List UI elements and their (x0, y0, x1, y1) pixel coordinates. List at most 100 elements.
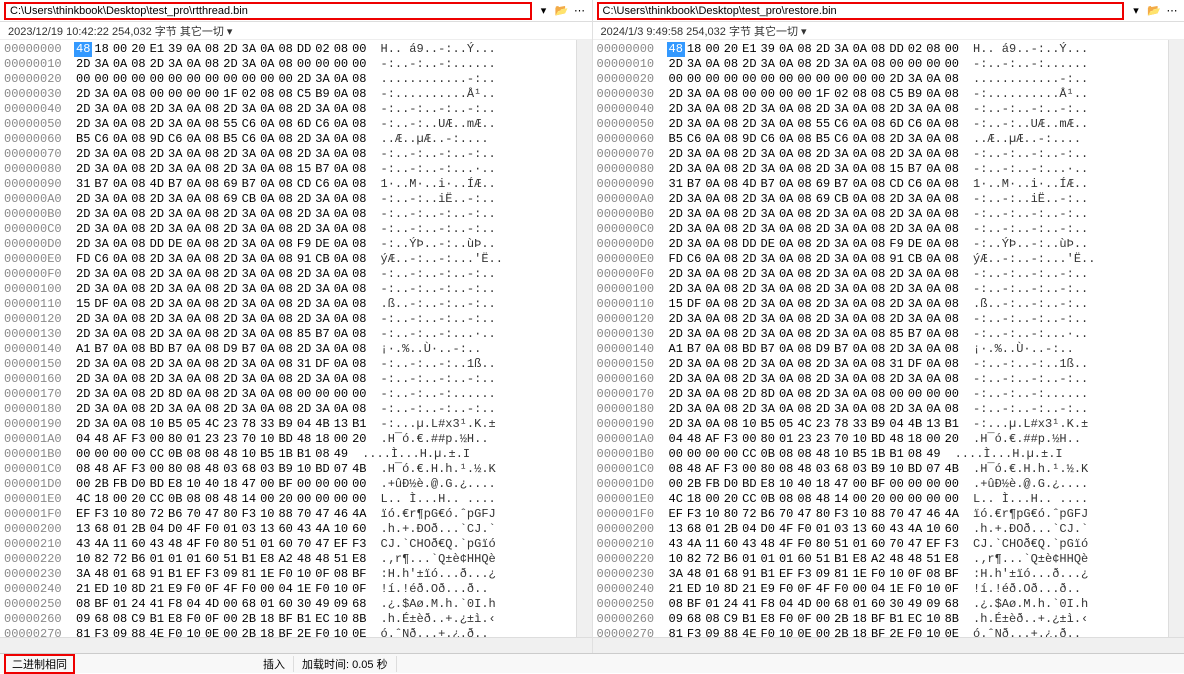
hex-byte[interactable]: 4C (795, 417, 813, 432)
hex-byte[interactable]: 08 (777, 462, 795, 477)
hex-byte[interactable]: 08 (943, 357, 961, 372)
hex-byte[interactable]: 2D (295, 72, 313, 87)
hex-byte[interactable]: 0A (777, 357, 795, 372)
hex-byte[interactable]: 3A (685, 237, 703, 252)
hex-byte[interactable]: 0A (924, 87, 942, 102)
hex-byte[interactable]: 3A (92, 237, 110, 252)
hex-byte[interactable]: 00 (667, 72, 685, 87)
hex-byte[interactable]: F3 (685, 507, 703, 522)
hex-byte[interactable]: 1E (887, 582, 905, 597)
hex-byte[interactable]: B7 (166, 342, 184, 357)
hex-byte[interactable]: 20 (943, 432, 961, 447)
hex-byte[interactable]: 08 (777, 447, 795, 462)
hex-byte[interactable]: D0 (129, 477, 147, 492)
hex-line[interactable]: 000001E0 4C180020CC0B0808 48140020000000… (4, 492, 572, 507)
hex-byte[interactable]: B7 (92, 177, 110, 192)
hex-byte[interactable]: F8 (166, 597, 184, 612)
hex-byte[interactable]: 08 (276, 372, 294, 387)
hex-byte[interactable]: 08 (943, 192, 961, 207)
hex-byte[interactable]: 08 (943, 162, 961, 177)
hex-byte[interactable]: BD (148, 342, 166, 357)
hex-byte[interactable]: 01 (759, 552, 777, 567)
hex-byte[interactable]: 3A (832, 147, 850, 162)
hex-byte[interactable]: B7 (685, 342, 703, 357)
hex-byte[interactable]: 3A (92, 282, 110, 297)
hex-byte[interactable]: 00 (332, 57, 350, 72)
hex-byte[interactable]: 0A (184, 387, 202, 402)
hex-byte[interactable]: 08 (184, 447, 202, 462)
hex-byte[interactable]: 3A (313, 312, 331, 327)
hex-byte[interactable]: B9 (313, 87, 331, 102)
hex-line[interactable]: 00000200 1368012B04D04FF0 01031360434A10… (597, 522, 1165, 537)
hex-byte[interactable]: 2D (295, 312, 313, 327)
hex-byte[interactable]: 68 (832, 462, 850, 477)
hex-byte[interactable]: 47 (203, 507, 221, 522)
hex-line[interactable]: 00000130 2D3A0A082D3A0A08 2D3A0A0885B70A… (597, 327, 1165, 342)
hex-byte[interactable]: 3A (313, 282, 331, 297)
hex-byte[interactable]: E8 (851, 552, 869, 567)
hex-byte[interactable]: 10 (924, 627, 942, 637)
hex-byte[interactable]: 08 (869, 87, 887, 102)
hex-byte[interactable]: F3 (350, 537, 368, 552)
hex-byte[interactable]: 00 (740, 432, 758, 447)
hex-byte[interactable]: 08 (350, 237, 368, 252)
hex-byte[interactable]: 3A (240, 222, 258, 237)
hex-byte[interactable]: 48 (814, 492, 832, 507)
hex-byte[interactable]: 0F (350, 582, 368, 597)
hex-byte[interactable]: 4F (184, 522, 202, 537)
hex-line[interactable]: 000001B0 00000000CC0B0808 4810B51BB10849… (597, 447, 1165, 462)
hex-byte[interactable]: 4C (74, 492, 92, 507)
hex-byte[interactable]: 08 (777, 492, 795, 507)
hex-byte[interactable]: 3A (166, 297, 184, 312)
hex-byte[interactable]: C6 (240, 117, 258, 132)
hex-byte[interactable]: 08 (795, 117, 813, 132)
hex-byte[interactable]: F0 (276, 567, 294, 582)
hex-byte[interactable]: 3A (313, 402, 331, 417)
hex-line[interactable]: 00000080 2D3A0A082D3A0A08 2D3A0A0815B70A… (4, 162, 572, 177)
hex-byte[interactable]: 3A (166, 147, 184, 162)
hex-byte[interactable]: 0A (111, 417, 129, 432)
hex-byte[interactable]: 0A (111, 102, 129, 117)
hex-byte[interactable]: 0A (703, 267, 721, 282)
hex-byte[interactable]: 00 (111, 492, 129, 507)
hex-byte[interactable]: 13 (258, 522, 276, 537)
hex-byte[interactable]: 01 (851, 597, 869, 612)
hex-byte[interactable]: BF (276, 627, 294, 637)
hex-byte[interactable]: 49 (332, 447, 350, 462)
hex-byte[interactable]: 08 (869, 312, 887, 327)
hex-byte[interactable]: 2D (887, 297, 905, 312)
hex-byte[interactable]: 00 (924, 387, 942, 402)
hex-byte[interactable]: 2D (148, 297, 166, 312)
hex-byte[interactable]: 3A (759, 402, 777, 417)
hex-byte[interactable]: 10 (184, 477, 202, 492)
hex-line[interactable]: 000000C0 2D3A0A082D3A0A08 2D3A0A082D3A0A… (597, 222, 1165, 237)
hex-byte[interactable]: 00 (148, 432, 166, 447)
hex-byte[interactable]: 0A (703, 57, 721, 72)
hex-byte[interactable]: 0A (184, 342, 202, 357)
hex-byte[interactable]: 4D (740, 177, 758, 192)
hex-byte[interactable]: EF (184, 567, 202, 582)
hex-byte[interactable]: B5 (667, 132, 685, 147)
hex-byte[interactable]: 08 (129, 282, 147, 297)
hex-byte[interactable]: F0 (777, 582, 795, 597)
hex-byte[interactable]: CC (148, 492, 166, 507)
hex-byte[interactable]: 0A (258, 327, 276, 342)
hex-byte[interactable]: 08 (276, 207, 294, 222)
hex-byte[interactable]: 0A (924, 237, 942, 252)
hex-byte[interactable]: 51 (814, 552, 832, 567)
hex-byte[interactable]: 08 (276, 252, 294, 267)
hex-byte[interactable]: 08 (869, 327, 887, 342)
hex-byte[interactable]: 3A (759, 207, 777, 222)
hex-byte[interactable]: 0A (703, 147, 721, 162)
hex-byte[interactable]: 08 (795, 297, 813, 312)
hex-byte[interactable]: 08 (203, 447, 221, 462)
hex-byte[interactable]: 08 (203, 237, 221, 252)
hex-byte[interactable]: 2D (814, 402, 832, 417)
hex-line[interactable]: 000000A0 2D3A0A082D3A0A08 69CB0A082D3A0A… (4, 192, 572, 207)
hex-byte[interactable]: 08 (795, 42, 813, 57)
hex-byte[interactable]: 10 (703, 582, 721, 597)
hex-byte[interactable]: 78 (240, 417, 258, 432)
hex-byte[interactable]: BD (313, 462, 331, 477)
hex-byte[interactable]: 3A (313, 267, 331, 282)
hex-byte[interactable]: 08 (722, 117, 740, 132)
